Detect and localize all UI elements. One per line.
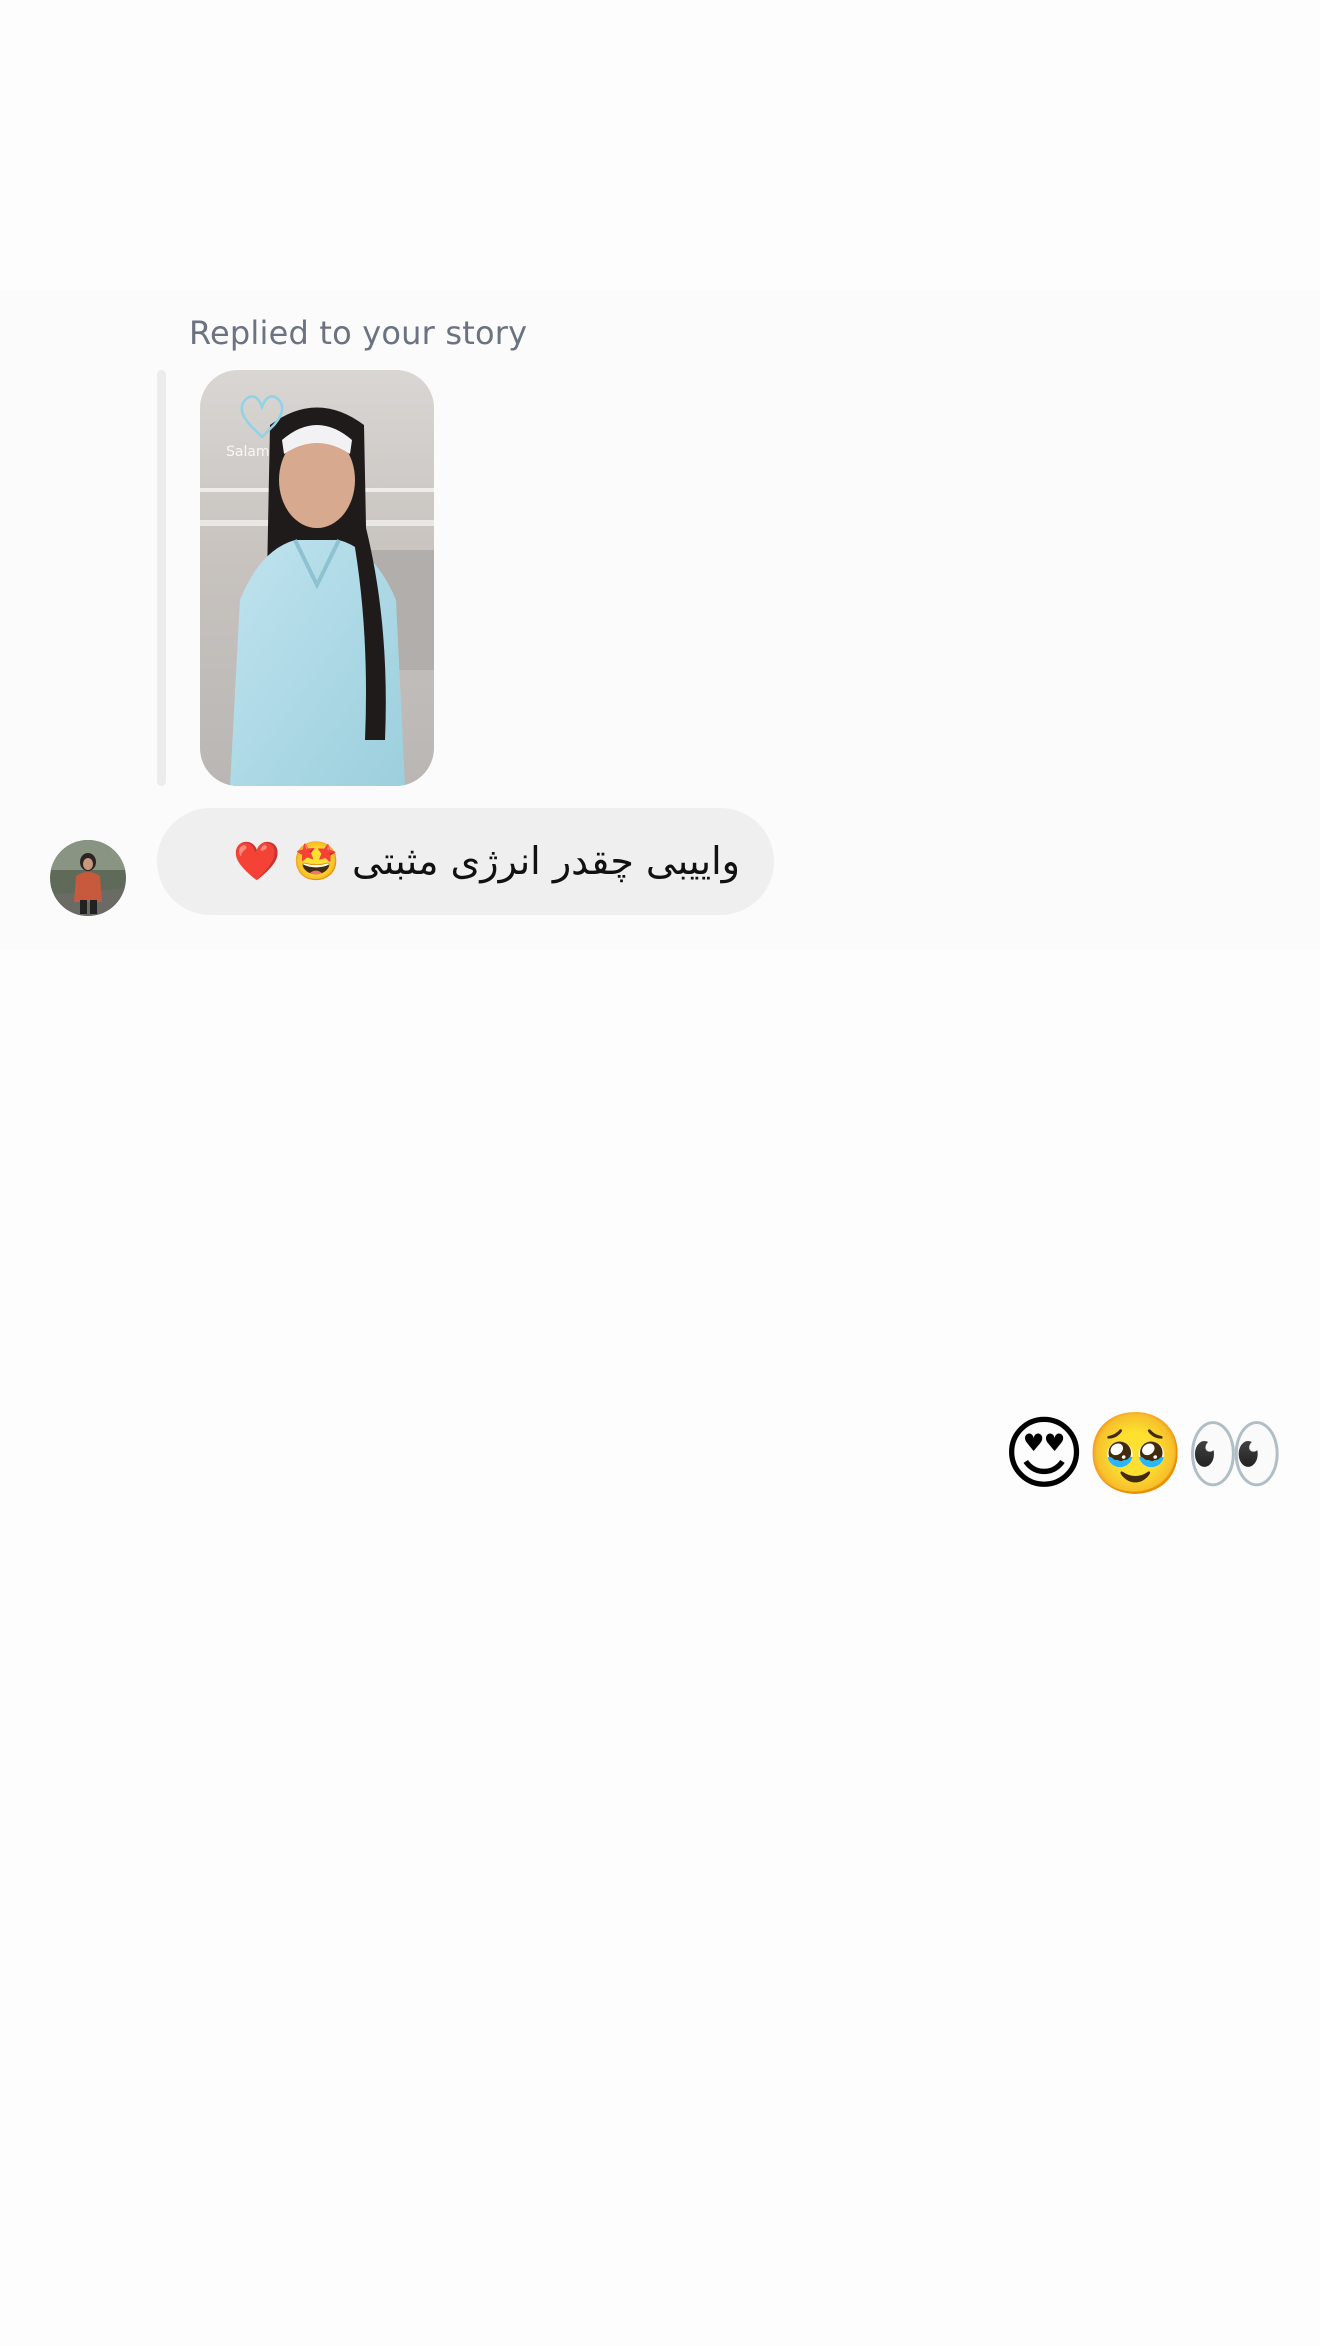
reply-quote-rule	[157, 370, 166, 786]
story-sticker-text: Salam	[226, 444, 270, 460]
reply-context-caption: Replied to your story	[189, 314, 528, 352]
incoming-message-text: واییبی چقدر انرژی مثبتی 🤩 ❤️	[233, 839, 740, 883]
replied-story-thumbnail[interactable]: Salam	[200, 370, 434, 786]
sender-avatar[interactable]	[50, 840, 126, 916]
outgoing-emoji-message[interactable]: 😍🥹👀	[1002, 1414, 1285, 1494]
incoming-message-bubble[interactable]: واییبی چقدر انرژی مثبتی 🤩 ❤️	[157, 808, 774, 915]
